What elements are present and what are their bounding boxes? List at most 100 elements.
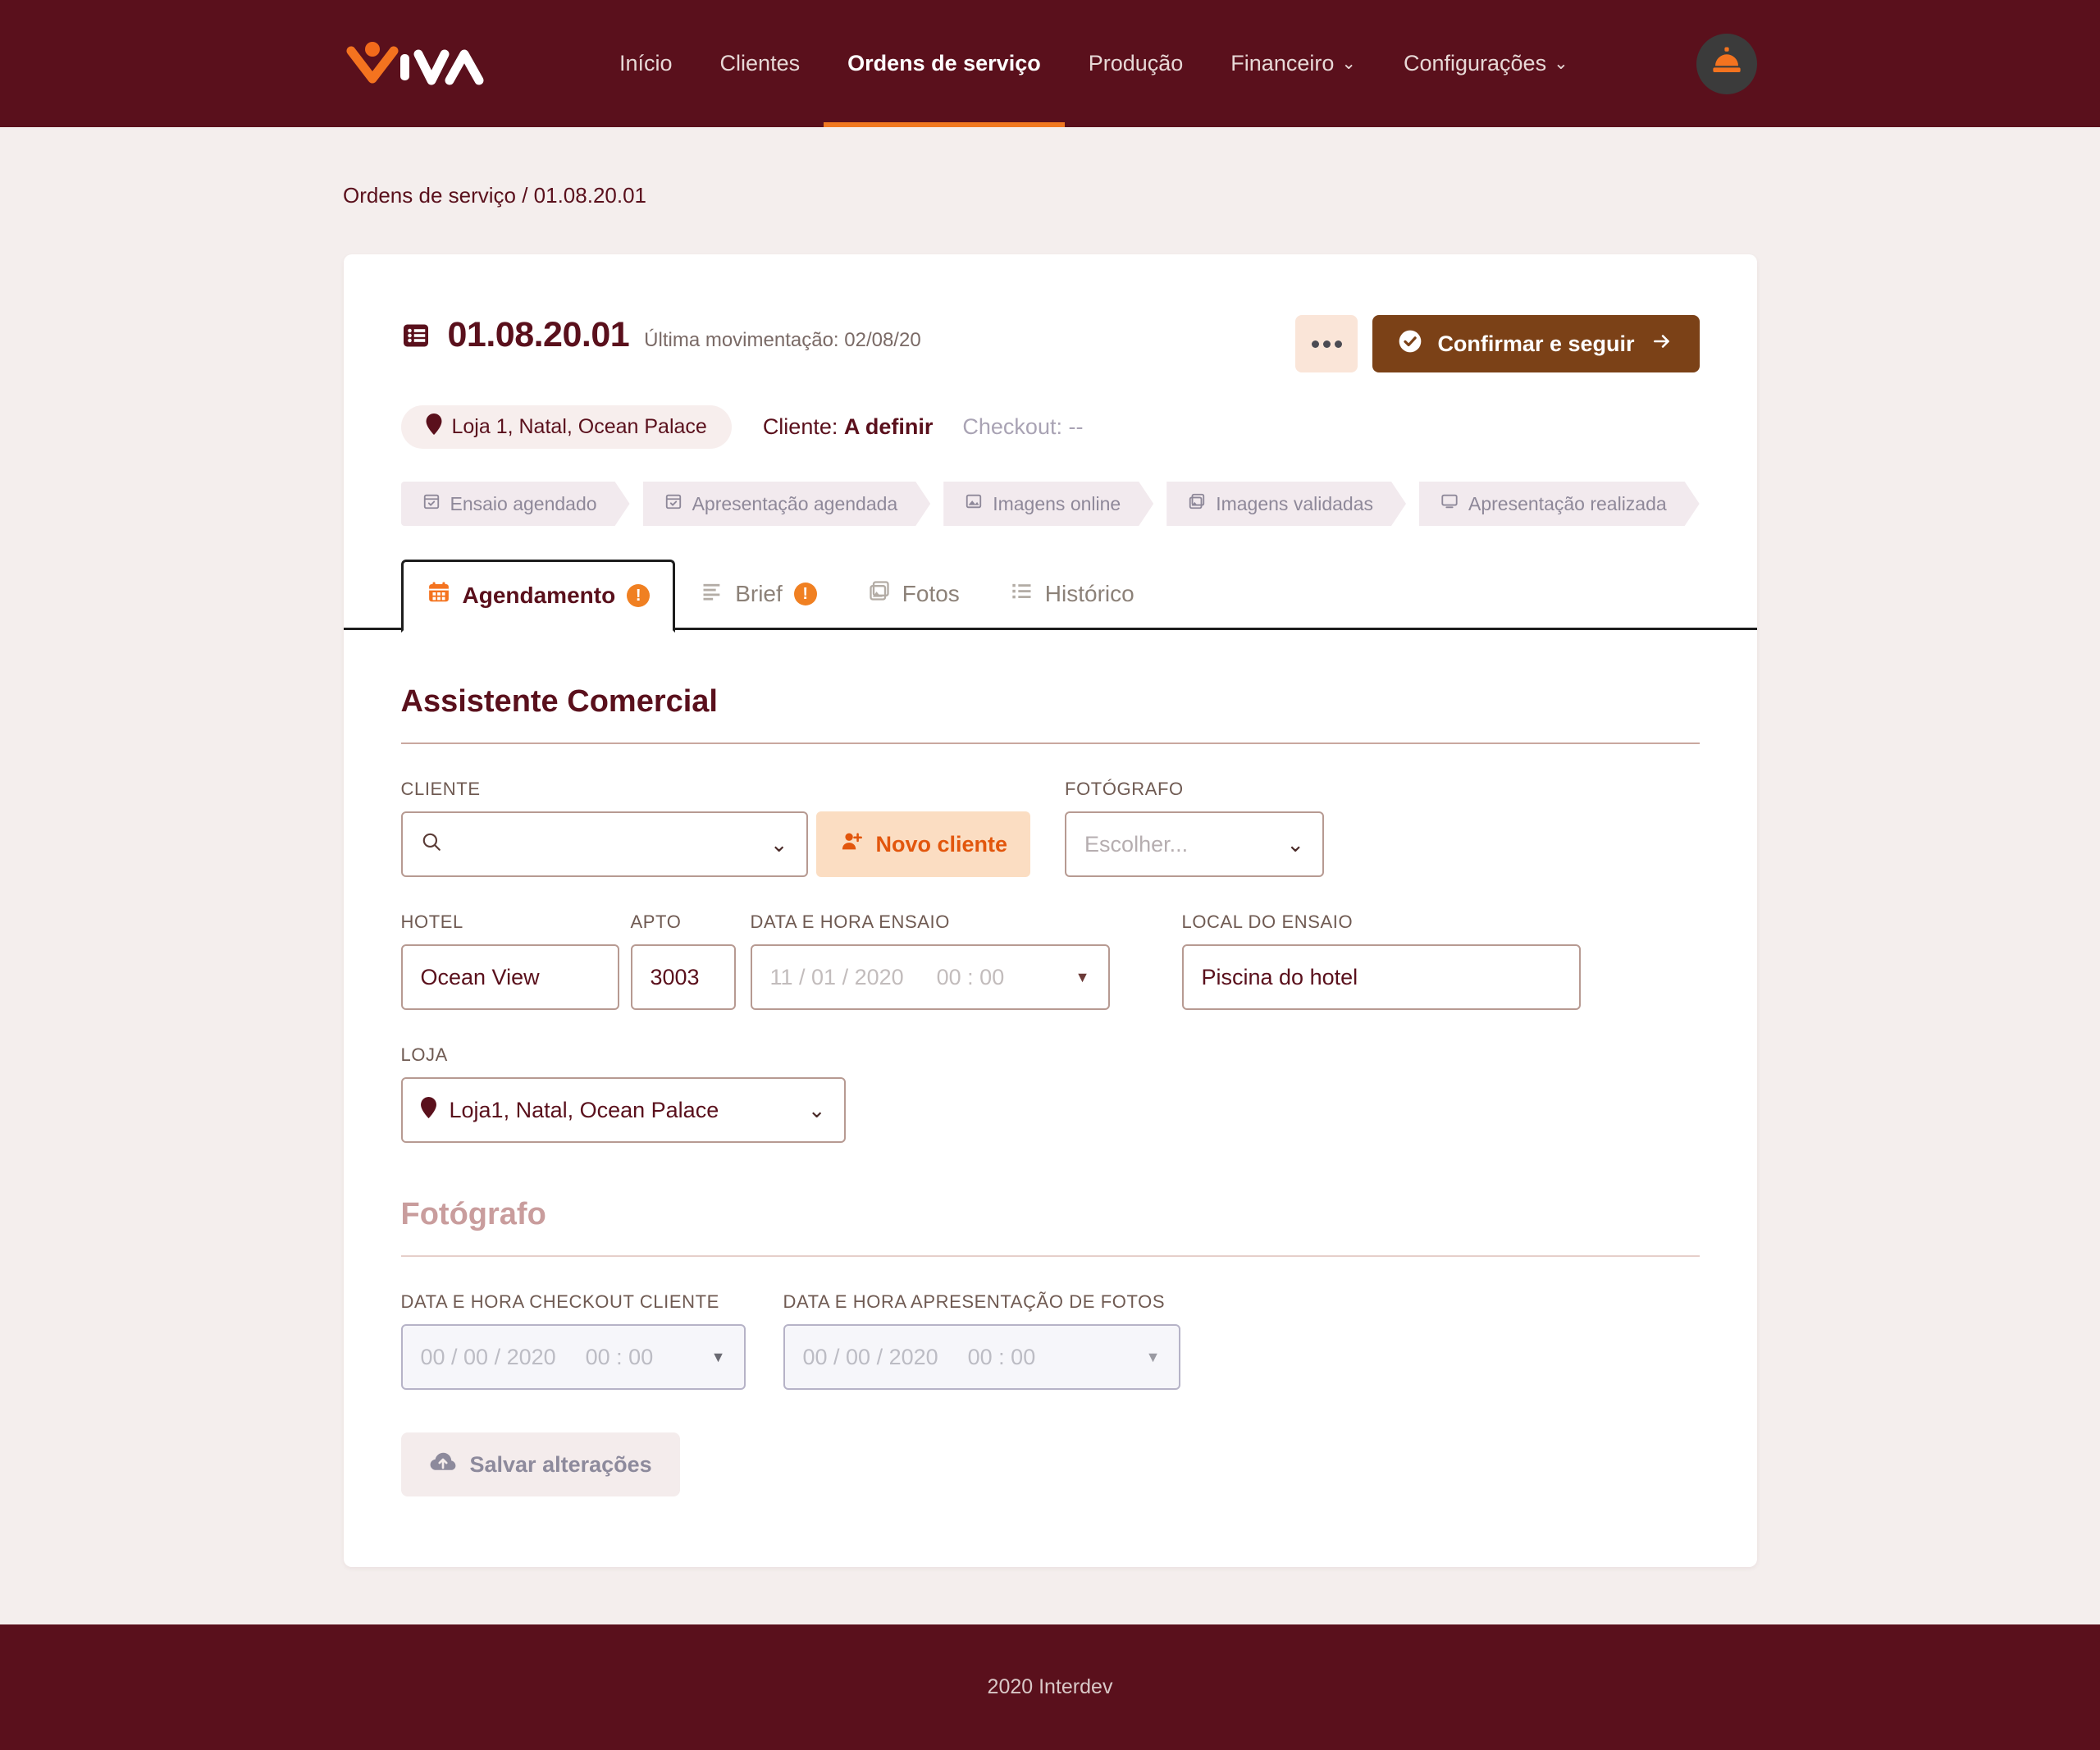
loja-select[interactable]: Loja1, Natal, Ocean Palace ⌄ xyxy=(400,1077,846,1143)
field-apresentacao-fotos: DATA E HORA APRESENTAÇÃO DE FOTOS 00 / 0… xyxy=(783,1291,1180,1390)
nav-item-label: Clientes xyxy=(719,51,801,75)
photos-icon xyxy=(868,579,891,608)
nav-item-inicio[interactable]: Início xyxy=(596,0,696,127)
fotografo-placeholder: Escolher... xyxy=(1084,831,1189,857)
agendamento-panel: Assistente Comercial CLIENTE ⌄ Novo clie… xyxy=(344,684,1757,1567)
chevron-down-icon: ⌄ xyxy=(1286,832,1305,857)
checkout-date-placeholder: 00 / 00 / 2020 xyxy=(420,1344,556,1369)
nav-item-producao[interactable]: Produção xyxy=(1065,0,1208,127)
search-icon xyxy=(421,831,442,858)
chevron-down-icon: ⌄ xyxy=(769,832,788,857)
field-label-loja: LOJA xyxy=(400,1044,448,1065)
field-label-checkout-cliente: DATA E HORA CHECKOUT CLIENTE xyxy=(400,1291,719,1312)
store-badge[interactable]: Loja 1, Natal, Ocean Palace xyxy=(400,405,732,449)
caret-down-icon[interactable]: ▼ xyxy=(711,1349,726,1366)
client-meta-label: Cliente: xyxy=(762,414,838,439)
form-row-loja: LOJA Loja1, Natal, Ocean Palace ⌄ xyxy=(400,1044,1700,1143)
stepper-item-apresentacao-realizada[interactable]: Apresentação realizada xyxy=(1419,482,1700,526)
new-client-button-label: Novo cliente xyxy=(875,831,1008,857)
arrow-right-icon xyxy=(1649,331,1675,358)
tab-label: Brief xyxy=(735,580,783,606)
save-changes-button[interactable]: Salvar alterações xyxy=(400,1432,680,1496)
chevron-down-icon: ⌄ xyxy=(1341,54,1356,73)
warning-badge-icon: ! xyxy=(627,583,651,607)
new-client-button[interactable]: Novo cliente xyxy=(815,811,1031,877)
client-meta-value: A definir xyxy=(843,414,934,439)
order-stepper: Ensaio agendado Apresentação agendada Im… xyxy=(401,482,1700,526)
cloud-upload-icon xyxy=(429,1451,457,1479)
nav-item-label: Financeiro xyxy=(1230,51,1335,75)
stepper-item-label: Apresentação agendada xyxy=(692,492,898,514)
data-hora-checkout-cliente-input[interactable]: 00 / 00 / 2020 00 : 00 ▼ xyxy=(400,1324,746,1390)
tab-fotos[interactable]: Fotos xyxy=(842,559,985,630)
apresentacao-time-placeholder: 00 : 00 xyxy=(967,1344,1036,1369)
local-do-ensaio-input[interactable]: Piscina do hotel xyxy=(1181,944,1581,1010)
stepper-item-imagens-online[interactable]: Imagens online xyxy=(943,482,1153,526)
images-icon xyxy=(1188,492,1206,515)
stepper-item-imagens-validadas[interactable]: Imagens validadas xyxy=(1166,482,1406,526)
page-root: Início Clientes Ordens de serviço Produç… xyxy=(0,0,2100,1750)
data-hora-ensaio-input[interactable]: 11 / 01 / 2020 00 : 00 ▼ xyxy=(750,944,1110,1010)
ensaio-time-placeholder: 00 : 00 xyxy=(936,964,1005,989)
stepper-item-label: Imagens online xyxy=(993,492,1121,514)
loja-selected-value: Loja1, Natal, Ocean Palace xyxy=(449,1097,719,1122)
list-table-icon xyxy=(401,321,431,350)
tab-brief[interactable]: Brief ! xyxy=(675,559,842,630)
section-divider xyxy=(400,742,1700,744)
ensaio-date-placeholder: 11 / 01 / 2020 xyxy=(769,964,904,989)
fotografo-select[interactable]: Escolher... ⌄ xyxy=(1065,811,1325,877)
warning-badge-icon: ! xyxy=(793,582,817,605)
user-plus-icon xyxy=(839,830,864,859)
field-fotografo: FOTÓGRAFO Escolher... ⌄ xyxy=(1065,779,1325,877)
nav-item-label: Produção xyxy=(1088,51,1184,75)
viva-logo[interactable] xyxy=(343,38,507,90)
store-badge-label: Loja 1, Natal, Ocean Palace xyxy=(451,415,707,438)
section-title-assistente-comercial: Assistente Comercial xyxy=(400,684,719,719)
more-options-button[interactable] xyxy=(1295,315,1358,372)
form-row-cliente: CLIENTE ⌄ Novo cliente FOTÓGRAFO Escolhe… xyxy=(400,779,1700,877)
field-apto: APTO 3003 xyxy=(630,912,736,1010)
order-number: 01.08.20.01 xyxy=(447,315,630,354)
apresentacao-date-placeholder: 00 / 00 / 2020 xyxy=(802,1344,938,1369)
stepper-item-ensaio-agendado[interactable]: Ensaio agendado xyxy=(401,482,630,526)
data-hora-apresentacao-fotos-input[interactable]: 00 / 00 / 2020 00 : 00 ▼ xyxy=(783,1324,1180,1390)
nav-item-label: Ordens de serviço xyxy=(847,51,1041,75)
footer-text: 2020 Interdev xyxy=(987,1675,1113,1698)
tab-agendamento[interactable]: Agendamento ! xyxy=(400,560,676,633)
tab-historico[interactable]: Histórico xyxy=(985,559,1160,630)
nav-item-label: Configurações xyxy=(1403,51,1547,75)
field-label-data-hora-ensaio: DATA E HORA ENSAIO xyxy=(750,912,950,932)
stepper-item-apresentacao-agendada[interactable]: Apresentação agendada xyxy=(643,482,931,526)
confirm-button-label: Confirmar e seguir xyxy=(1437,331,1635,356)
list-bullets-icon xyxy=(1011,579,1034,608)
field-data-hora-ensaio: DATA E HORA ENSAIO 11 / 01 / 2020 00 : 0… xyxy=(750,912,1110,1010)
nav-item-financeiro[interactable]: Financeiro ⌄ xyxy=(1207,0,1380,127)
field-loja: LOJA Loja1, Natal, Ocean Palace ⌄ xyxy=(400,1044,846,1143)
caret-down-icon[interactable]: ▼ xyxy=(1075,969,1090,986)
hotel-input[interactable]: Ocean View xyxy=(400,944,619,1010)
apto-value: 3003 xyxy=(650,964,700,989)
nav-item-clientes[interactable]: Clientes xyxy=(696,0,824,127)
order-meta-row: Loja 1, Natal, Ocean Palace Cliente: A d… xyxy=(400,405,1700,449)
avatar[interactable] xyxy=(1696,33,1757,94)
confirm-and-continue-button[interactable]: Confirmar e seguir xyxy=(1372,315,1700,372)
chevron-down-icon: ⌄ xyxy=(807,1098,826,1122)
checkout-meta: Checkout: -- xyxy=(962,414,1083,440)
cliente-search-select[interactable]: ⌄ xyxy=(400,811,808,877)
list-lines-icon xyxy=(701,579,724,608)
nav-item-ordens-de-servico[interactable]: Ordens de serviço xyxy=(824,0,1065,127)
tab-label: Fotos xyxy=(902,580,960,606)
field-label-fotografo: FOTÓGRAFO xyxy=(1065,779,1184,799)
tab-label: Agendamento xyxy=(462,582,616,608)
calendar-check-icon xyxy=(422,492,441,515)
apto-input[interactable]: 3003 xyxy=(630,944,736,1010)
tab-label: Histórico xyxy=(1044,580,1134,606)
checkout-time-placeholder: 00 : 00 xyxy=(585,1344,654,1369)
nav-item-configuracoes[interactable]: Configurações ⌄ xyxy=(1380,0,1592,127)
client-meta: Cliente: A definir xyxy=(763,414,934,440)
caret-down-icon[interactable]: ▼ xyxy=(1146,1349,1161,1366)
check-circle-icon xyxy=(1397,328,1423,360)
breadcrumb[interactable]: Ordens de serviço / 01.08.20.01 xyxy=(0,127,2100,208)
local-do-ensaio-value: Piscina do hotel xyxy=(1201,964,1358,989)
stepper-item-label: Ensaio agendado xyxy=(450,492,597,514)
